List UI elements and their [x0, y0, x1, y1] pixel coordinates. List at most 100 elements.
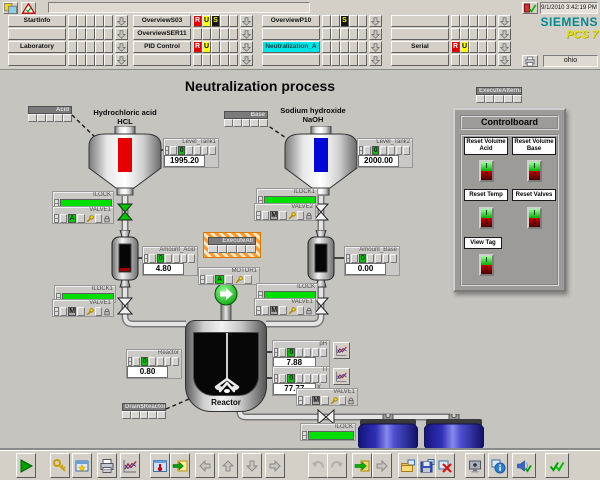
nav-dropdown-arrow[interactable]	[240, 54, 253, 66]
acknowledge-horn-button[interactable]	[512, 453, 536, 478]
acknowledge-all-icon	[549, 458, 565, 474]
acknowledge-all-button[interactable]	[545, 453, 569, 478]
nav-dropdown-arrow[interactable]	[115, 28, 128, 40]
key-button[interactable]	[50, 453, 70, 478]
nav-button-empty-0-3[interactable]	[391, 15, 449, 27]
nav-button-pid-control[interactable]: PID Control	[133, 41, 191, 53]
alarm-warning-icon[interactable]	[21, 2, 36, 14]
jump-in-button[interactable]	[352, 453, 372, 478]
valve-outlet-symbol[interactable]	[318, 410, 334, 424]
nav-dropdown-arrow[interactable]	[498, 15, 511, 27]
nav-dropdown-arrow[interactable]	[240, 15, 253, 27]
reset-valves-switch[interactable]: I0	[527, 207, 542, 229]
nav-dropdown-arrow[interactable]	[369, 15, 382, 27]
valve-base-top-symbol[interactable]	[314, 204, 328, 220]
faceplate-valve1-acid-bottom[interactable]: VALVE1M	[52, 299, 114, 317]
trend-button[interactable]	[120, 453, 140, 478]
window-icon[interactable]	[3, 2, 18, 14]
redo-button[interactable]	[327, 453, 347, 478]
reset-volume-base-switch[interactable]: I0	[527, 160, 542, 182]
reset-volume-acid-button[interactable]: Reset Volume Acid	[464, 137, 508, 155]
nav-button-laboratory[interactable]: Laboratory	[8, 41, 66, 53]
nav-dropdown-arrow[interactable]	[369, 28, 382, 40]
info-button[interactable]	[488, 453, 508, 478]
nav-button-empty-3-0[interactable]	[8, 54, 66, 66]
nav-dropdown-arrow[interactable]	[240, 28, 253, 40]
reset-temp-button[interactable]: Reset Temp	[464, 189, 508, 201]
nav-button-serial[interactable]: Serial	[391, 41, 449, 53]
valve-acid-bottom-symbol[interactable]	[118, 298, 132, 314]
nav-status-cell	[229, 54, 238, 66]
nav-button-overviewser11[interactable]: OverviewSER11	[133, 28, 191, 40]
nav-dropdown-arrow[interactable]	[498, 41, 511, 53]
nav-button-neutralization-a[interactable]: Neutralization_A	[262, 41, 320, 53]
picture-forward-button[interactable]	[170, 453, 190, 478]
faceplate-cell	[77, 307, 84, 316]
faceplate-valve2-base[interactable]: VALVE2M	[254, 203, 316, 221]
nav-button-empty-3-1[interactable]	[133, 54, 191, 66]
faceplate-motor1[interactable]: MOTOR1A	[198, 267, 260, 285]
faceplate-valve1-outlet[interactable]: VALVE1M	[296, 388, 358, 406]
nav-dropdown-arrow[interactable]	[498, 28, 511, 40]
nav-button-empty-3-2[interactable]	[262, 54, 320, 66]
reset-temp-switch[interactable]: I0	[479, 207, 494, 229]
nav-button-startinfo[interactable]: StartInfo	[8, 15, 66, 27]
acknowledge-alarm-button[interactable]	[522, 2, 538, 14]
faceplate-valve1-acid-top[interactable]: VALVE1A	[52, 206, 114, 224]
faceplate-amount-base[interactable]: Amount_Base00.00	[344, 246, 400, 276]
print-button[interactable]	[97, 453, 117, 478]
picture-star-button[interactable]	[72, 453, 92, 478]
monitor-button[interactable]	[465, 453, 485, 478]
group-display-acid[interactable]: Acid	[28, 106, 72, 122]
faceplate-stack-cell	[302, 431, 307, 440]
faceplate-amount-acid[interactable]: Amount_Acid04.80	[142, 246, 198, 276]
nav-down-button[interactable]	[242, 453, 262, 478]
faceplate-valve1-base[interactable]: VALVE1M	[254, 298, 316, 316]
ph-trend-button[interactable]	[333, 342, 350, 359]
area-button[interactable]: ohio	[543, 55, 598, 67]
group-display-cell	[54, 114, 63, 122]
open-picture-button[interactable]	[398, 453, 418, 478]
ti-trend-button[interactable]	[333, 368, 350, 385]
nav-button-overviews03[interactable]: OverviewS03	[133, 15, 191, 27]
nav-dropdown-arrow[interactable]	[115, 15, 128, 27]
group-display-drain-reactor[interactable]: Drain$Reactor	[122, 403, 166, 419]
reset-volume-acid-switch[interactable]: I0	[479, 160, 494, 182]
nav-dropdown-arrow[interactable]	[498, 54, 511, 66]
print-button[interactable]	[522, 55, 538, 67]
faceplate-reactor-level[interactable]: Reactor00.80	[126, 349, 182, 379]
nav-up-button[interactable]	[218, 453, 238, 478]
run-button[interactable]	[16, 453, 36, 478]
group-display-base[interactable]: Base	[224, 111, 268, 127]
nav-button-overviewp10[interactable]: OverviewP10	[262, 15, 320, 27]
nav-dropdown-arrow[interactable]	[240, 41, 253, 53]
mode-badge-m: M	[312, 396, 320, 405]
delete-picture-button[interactable]	[435, 453, 455, 478]
group-display-execute-alternativ[interactable]: ExecuteAlternativ	[476, 87, 522, 103]
faceplate-ilock-outlet[interactable]: ILOCK	[300, 423, 356, 441]
jump-forward-button[interactable]	[372, 453, 392, 478]
faceplate-cell	[321, 396, 328, 405]
nav-button-empty-3-3[interactable]	[391, 54, 449, 66]
nav-button-empty-1-2[interactable]	[262, 28, 320, 40]
faceplate-level-tank1[interactable]: Level_Tank101995.20	[163, 138, 219, 168]
nav-status-cell	[86, 54, 95, 66]
save-picture-button[interactable]	[417, 453, 437, 478]
nav-button-empty-1-3[interactable]	[391, 28, 449, 40]
valve-acid-top-symbol[interactable]	[118, 204, 132, 220]
nav-dropdown-arrow[interactable]	[369, 54, 382, 66]
undo-button[interactable]	[308, 453, 328, 478]
group-display-execute-all[interactable]: ExecuteAll	[203, 232, 261, 258]
nav-dropdown-arrow[interactable]	[369, 41, 382, 53]
nav-right-button[interactable]	[265, 453, 285, 478]
view-tag-button[interactable]: View Tag	[464, 237, 502, 249]
temperature-button[interactable]	[150, 453, 170, 478]
view-tag-switch[interactable]: I0	[479, 254, 494, 276]
nav-button-empty-1-0[interactable]	[8, 28, 66, 40]
nav-left-button[interactable]	[195, 453, 215, 478]
reset-volume-base-button[interactable]: Reset Volume Base	[512, 137, 556, 155]
nav-dropdown-arrow[interactable]	[115, 41, 128, 53]
nav-dropdown-arrow[interactable]	[115, 54, 128, 66]
faceplate-level-tank2[interactable]: Level_Tank202000.00	[357, 138, 413, 168]
reset-valves-button[interactable]: Reset Valves	[512, 189, 556, 201]
